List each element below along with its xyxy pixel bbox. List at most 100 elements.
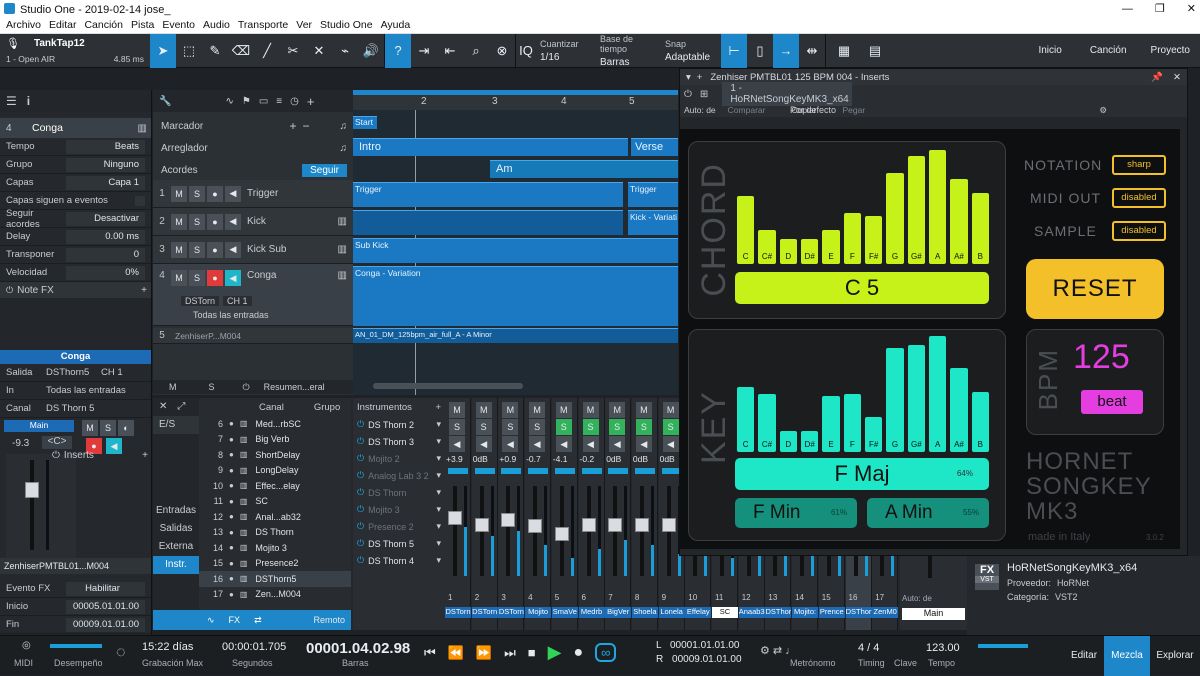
- clip-trigger[interactable]: Trigger: [353, 182, 623, 207]
- pin-icon[interactable]: 📌: [1151, 72, 1163, 83]
- menu-evento[interactable]: Evento: [162, 19, 195, 31]
- close-icon[interactable]: ✕: [159, 401, 167, 412]
- monitor-button[interactable]: ◀: [225, 185, 241, 202]
- instrument-row[interactable]: ⏻ DS Thorn ▾: [353, 484, 445, 501]
- inspector-row[interactable]: Seguir acordes Desactivar: [0, 208, 151, 230]
- checkbox[interactable]: [135, 195, 145, 206]
- menu-ver[interactable]: Ver: [296, 19, 312, 31]
- power-icon[interactable]: ⏻: [357, 555, 364, 566]
- track-name-bar[interactable]: 4 Conga ▥: [0, 118, 151, 138]
- event-icon[interactable]: ⊗: [489, 34, 515, 68]
- start-value[interactable]: 00005.01.01.00: [66, 599, 145, 614]
- habilitar-button[interactable]: Habilitar: [66, 581, 145, 596]
- instrument-row[interactable]: ⏻ DS Thorn 3 ▾: [353, 433, 445, 450]
- channel-list-row[interactable]: 12 ● ▥ Anal...ab32: [199, 509, 351, 525]
- mute-button[interactable]: M: [555, 402, 572, 418]
- close-icon[interactable]: ✕: [1173, 72, 1181, 83]
- record-button[interactable]: ●: [207, 270, 223, 286]
- mute-all-button[interactable]: M: [169, 382, 177, 392]
- add-icon[interactable]: +: [141, 285, 147, 296]
- right-locator-value[interactable]: 00009.01.01.00: [672, 654, 742, 665]
- channel-list-row[interactable]: 14 ● ▥ Mojito 3: [199, 540, 351, 556]
- monitor-button[interactable]: ◀: [449, 436, 465, 452]
- pan-knob[interactable]: [634, 468, 655, 474]
- snap-cursor-icon[interactable]: →: [773, 33, 799, 68]
- gear-icon[interactable]: ⚙: [1099, 105, 1107, 116]
- mute-button[interactable]: M: [609, 402, 626, 418]
- power-icon[interactable]: ⏻: [243, 382, 250, 393]
- mute-button[interactable]: M: [662, 402, 679, 418]
- snap-grid-icon[interactable]: ⊢: [721, 33, 747, 68]
- clip-audio[interactable]: AN_01_DM_125bpm_air_full_A - A Minor: [353, 328, 678, 343]
- mute-button[interactable]: M: [171, 241, 187, 258]
- instrument-row[interactable]: ⏻ Mojito 2 ▾: [353, 450, 445, 467]
- solo-button[interactable]: S: [189, 213, 205, 230]
- timing-value[interactable]: 4 / 4: [858, 642, 879, 654]
- monitor-button[interactable]: ◀: [609, 436, 626, 452]
- bend-tool-icon[interactable]: ⌁: [332, 34, 358, 68]
- mute-button[interactable]: M: [82, 420, 98, 436]
- chevron-down-icon[interactable]: ▾: [436, 470, 441, 481]
- visibility-dot[interactable]: ●: [229, 497, 234, 506]
- info-icon[interactable]: i: [27, 94, 30, 108]
- pan-knob[interactable]: [448, 468, 468, 474]
- mute-tool-icon[interactable]: ✕: [306, 34, 332, 68]
- channel-fader[interactable]: [501, 513, 516, 527]
- solo-button[interactable]: S: [662, 419, 679, 435]
- solo-button[interactable]: S: [100, 420, 116, 436]
- menu-transporte[interactable]: Transporte: [238, 19, 288, 31]
- power-icon[interactable]: ⏻: [684, 89, 692, 100]
- bpm-mode-button[interactable]: beat: [1081, 390, 1143, 414]
- auto-label[interactable]: Auto: de: [684, 105, 716, 115]
- track-row-selected[interactable]: 4 M S ● ◀ Conga ▥ DSTorn CH 1 Todas las entr…: [153, 264, 353, 326]
- ruler[interactable]: 2 3 4 5: [353, 90, 678, 110]
- wave-icon[interactable]: ∿: [207, 615, 215, 626]
- power-icon[interactable]: ⏻: [357, 419, 364, 430]
- power-icon[interactable]: ⏻: [357, 504, 364, 515]
- channel-fader[interactable]: [661, 517, 676, 532]
- rewind-icon[interactable]: ⏪: [448, 645, 464, 661]
- channel-fader[interactable]: [474, 517, 489, 532]
- visibility-dot[interactable]: ●: [229, 559, 234, 568]
- menu-audio[interactable]: Audio: [203, 19, 230, 31]
- clip-kick[interactable]: [353, 210, 623, 235]
- pan-knob[interactable]: [554, 468, 575, 474]
- monitor-button[interactable]: ◀: [475, 436, 492, 452]
- clip-sub-kick[interactable]: Sub Kick: [353, 238, 678, 263]
- monitor-button[interactable]: ◀: [555, 436, 572, 452]
- eraser-tool-icon[interactable]: ⌫: [228, 34, 254, 68]
- quantize-box[interactable]: Cuantizar 1/16: [536, 39, 596, 63]
- listen-tool-icon[interactable]: 🔊: [358, 34, 384, 68]
- rewind-start-icon[interactable]: ⏮: [424, 645, 436, 661]
- inspector-row[interactable]: Capas Capa 1: [0, 174, 151, 192]
- solo-button[interactable]: S: [502, 419, 519, 435]
- chevron-down-icon[interactable]: ▾: [436, 436, 441, 447]
- solo-button[interactable]: S: [635, 419, 652, 435]
- forward-icon[interactable]: ⏩: [476, 645, 492, 661]
- marker-track[interactable]: Marcador + − ♫: [153, 116, 353, 136]
- visibility-dot[interactable]: ●: [229, 528, 234, 537]
- channel-fader[interactable]: [634, 517, 649, 532]
- mix-view-button[interactable]: Mezcla: [1104, 636, 1150, 676]
- chevron-down-icon[interactable]: ▾: [436, 419, 441, 430]
- inspector-row[interactable]: Tempo Beats: [0, 138, 151, 156]
- start-marker[interactable]: Start: [353, 116, 377, 129]
- mixer-external-button[interactable]: Externa: [153, 538, 199, 556]
- clip-trigger-2[interactable]: Trigger: [628, 182, 678, 207]
- power-icon[interactable]: ⏻: [357, 470, 364, 481]
- flag-icon[interactable]: ⚑: [242, 96, 251, 107]
- visibility-dot[interactable]: ●: [229, 435, 234, 444]
- song-page-button[interactable]: Canción: [1076, 45, 1141, 56]
- monitor-button[interactable]: ◀: [662, 436, 679, 452]
- monitor-button[interactable]: ◀: [225, 241, 241, 258]
- piano-icon[interactable]: ▥: [138, 123, 147, 134]
- chevron-down-icon[interactable]: ▾: [436, 487, 441, 498]
- alt-key-2[interactable]: A Min 55%: [867, 498, 989, 528]
- snap-event-icon[interactable]: ▯: [747, 34, 773, 68]
- chord-event[interactable]: Am: [490, 160, 678, 178]
- power-icon[interactable]: ⏻: [357, 487, 364, 498]
- instrument-output[interactable]: DSTorn CH 1: [181, 296, 252, 306]
- default-preset[interactable]: Por defecto: [790, 105, 870, 119]
- arranger-track[interactable]: Arreglador ♫: [153, 138, 353, 158]
- channel-list-row[interactable]: 10 ● ▥ Effec...elay: [199, 478, 351, 494]
